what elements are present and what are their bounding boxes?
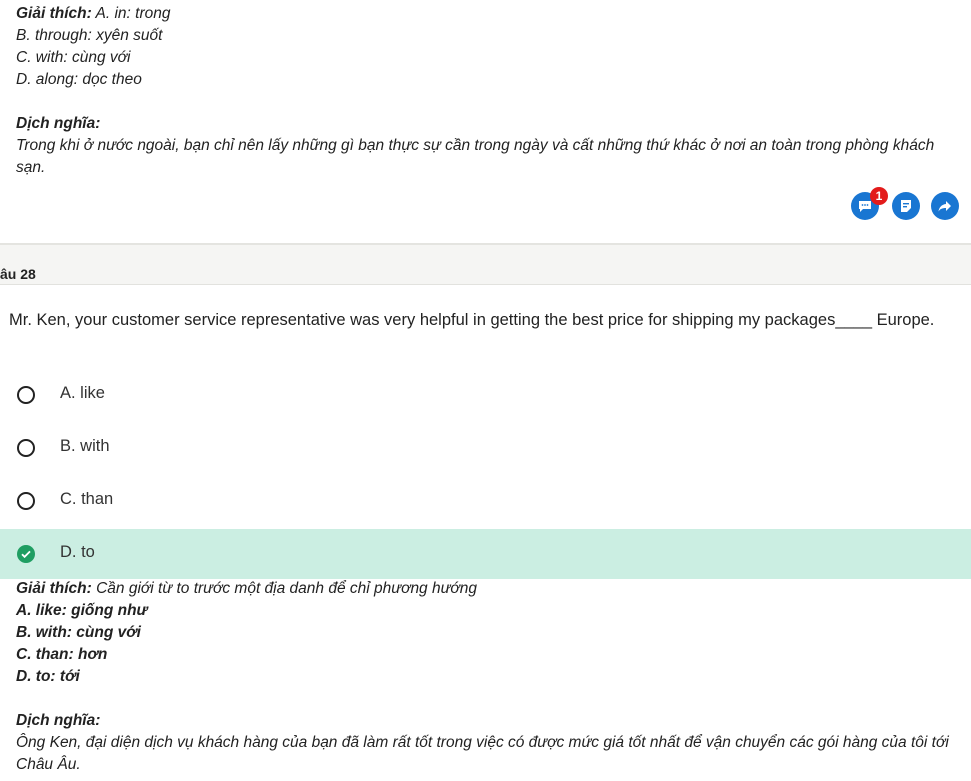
translation-text: Trong khi ở nước ngoài, bạn chỉ nên lấy …	[16, 137, 935, 176]
explanation-option: D. along: dọc theo	[16, 71, 142, 88]
question-actions: 1	[851, 187, 963, 220]
explanation-option: A. like: giống như	[16, 602, 148, 619]
explanation-option: C. with: cùng với	[16, 49, 131, 66]
comment-button[interactable]: 1	[851, 187, 888, 220]
explanation-first-line: Giải thích: Cần giới từ to trước một địa…	[16, 580, 478, 597]
option-label: B. with	[60, 437, 110, 455]
option-b[interactable]: B. with	[0, 423, 971, 473]
option-label: A. like	[60, 384, 105, 402]
explanation-label: Giải thích:	[16, 5, 92, 22]
option-a[interactable]: A. like	[0, 370, 971, 420]
option-radio[interactable]	[17, 492, 35, 510]
comment-count-badge: 1	[870, 187, 888, 205]
option-radio[interactable]	[17, 439, 35, 457]
option-radio[interactable]	[17, 386, 35, 404]
option-d-correct[interactable]: D. to	[0, 529, 971, 579]
answer-explanation: Giải thích: Cần giới từ to trước một địa…	[16, 578, 960, 776]
explanation-first-line: Giải thích: A. in: trong	[16, 5, 171, 22]
share-arrow-icon	[938, 201, 951, 212]
option-label: C. than	[60, 490, 114, 508]
note-button[interactable]	[892, 192, 920, 220]
question-text: Mr. Ken, your customer service represent…	[9, 311, 935, 329]
explanation-option: D. to: tới	[16, 668, 80, 685]
option-label: D. to	[60, 543, 95, 561]
note-icon	[901, 200, 911, 212]
explanation-option: B. with: cùng với	[16, 624, 141, 641]
option-c[interactable]: C. than	[0, 476, 971, 526]
question-header: âu 28	[0, 243, 971, 285]
translation-text: Ông Ken, đại diện dịch vụ khách hàng của…	[16, 734, 949, 773]
share-button[interactable]	[931, 192, 959, 220]
question-number: âu 28	[0, 266, 36, 282]
explanation-option: B. through: xyên suốt	[16, 27, 163, 44]
previous-explanation: Giải thích: A. in: trong B. through: xyê…	[16, 3, 960, 179]
translation-label: Dịch nghĩa:	[16, 115, 101, 132]
explanation-label: Giải thích:	[16, 580, 92, 597]
translation-label: Dịch nghĩa:	[16, 712, 101, 729]
checkmark-icon	[17, 545, 35, 563]
explanation-option: C. than: hơn	[16, 646, 108, 663]
